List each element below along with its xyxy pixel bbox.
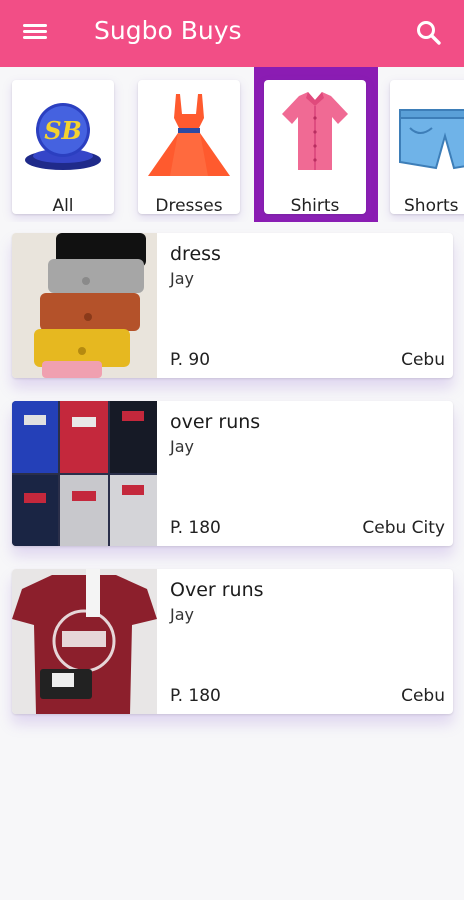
product-price: P. 180 — [170, 686, 221, 706]
category-dresses[interactable]: Dresses — [138, 80, 240, 216]
product-card[interactable]: Over runs Jay P. 180 Cebu — [12, 569, 453, 714]
shorts-icon — [390, 84, 464, 180]
app-title: Sugbo Buys — [94, 16, 242, 45]
product-thumbnail-levis-shirts — [12, 401, 157, 546]
product-seller: Jay — [170, 437, 194, 456]
category-shirts[interactable]: Shirts — [264, 80, 366, 216]
product-location: Cebu City — [362, 518, 445, 538]
category-label-shorts: Shorts — [404, 196, 459, 216]
category-shorts[interactable]: Shorts — [390, 80, 464, 216]
svg-text:SB: SB — [44, 116, 82, 145]
product-card[interactable]: over runs Jay P. 180 Cebu City — [12, 401, 453, 546]
category-strip: SB All Dresses Shirts Shorts — [0, 67, 464, 222]
app-bar: Sugbo Buys — [0, 0, 464, 67]
product-card[interactable]: dress Jay P. 90 Cebu — [12, 233, 453, 378]
category-label-all: All — [52, 196, 74, 216]
dress-icon — [138, 84, 240, 180]
product-location: Cebu — [401, 350, 445, 370]
product-thumbnail-shorts — [12, 233, 157, 378]
product-thumbnail-maroon-shirt — [12, 569, 157, 714]
product-name: dress — [170, 243, 221, 265]
product-seller: Jay — [170, 269, 194, 288]
search-icon[interactable] — [414, 18, 444, 48]
menu-icon[interactable] — [22, 21, 50, 45]
category-label-shirts: Shirts — [290, 196, 340, 216]
product-name: over runs — [170, 411, 261, 433]
product-name: Over runs — [170, 579, 264, 601]
product-price: P. 90 — [170, 350, 211, 370]
category-label-dresses: Dresses — [155, 196, 223, 216]
category-all[interactable]: SB All — [12, 80, 114, 216]
product-price: P. 180 — [170, 518, 221, 538]
product-location: Cebu — [401, 686, 445, 706]
product-seller: Jay — [170, 605, 194, 624]
shirt-icon — [264, 84, 366, 180]
sb-logo-icon: SB — [12, 84, 114, 180]
